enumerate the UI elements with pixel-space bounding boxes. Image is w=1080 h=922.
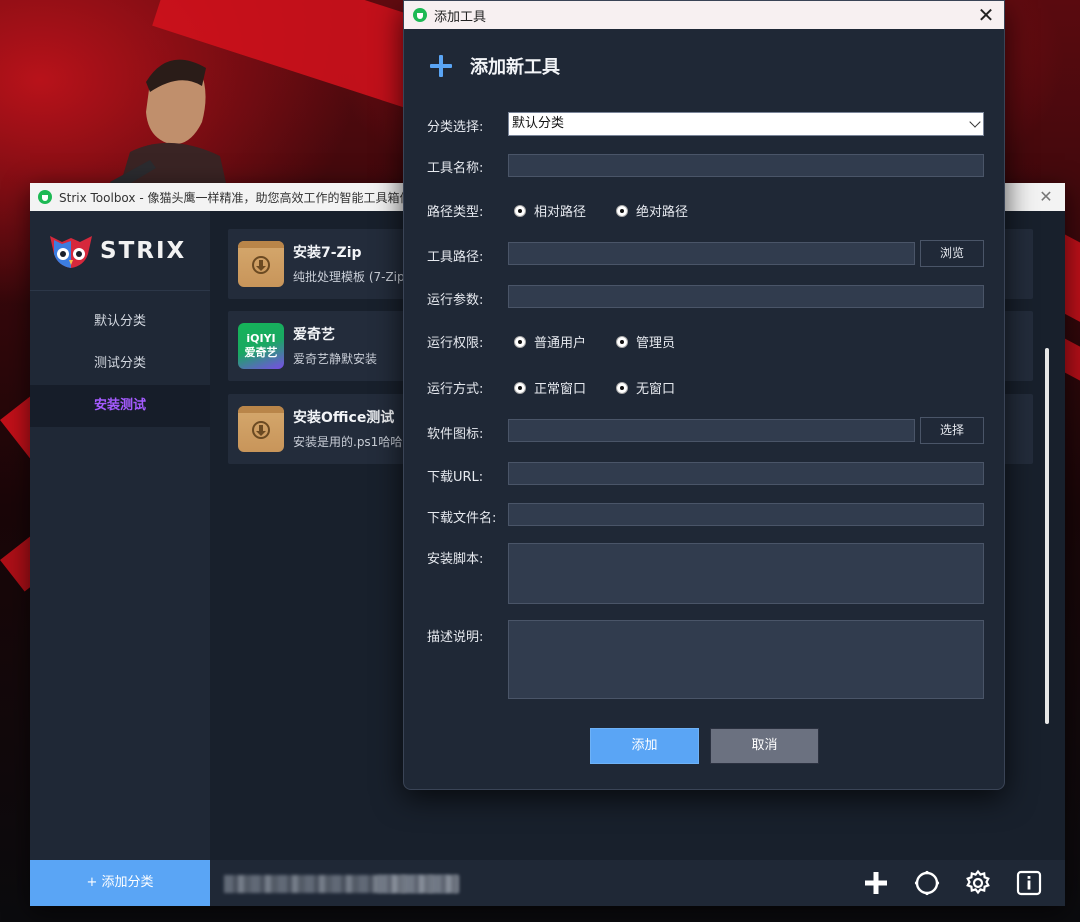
path-type-label: 路径类型: (427, 205, 484, 220)
main-close-icon[interactable]: ✕ (1037, 188, 1055, 206)
plus-icon (430, 55, 452, 77)
path-type-radio-group: 相对路径 绝对路径 (514, 201, 718, 220)
dialog-titlebar: 添加工具 (404, 1, 1004, 29)
icon-label: 软件图标: (427, 427, 484, 442)
app-icon (413, 8, 427, 22)
download-url-label: 下载URL: (427, 470, 484, 485)
category-list: 默认分类 测试分类 安装测试 (30, 301, 210, 427)
radio-icon (514, 381, 526, 394)
circle-icon[interactable] (913, 869, 941, 897)
owl-logo-icon (50, 235, 92, 268)
privilege-label: 运行权限: (427, 336, 484, 351)
radio-icon (514, 335, 526, 348)
download-filename-input[interactable] (508, 503, 984, 526)
package-icon (238, 406, 284, 452)
path-type-relative[interactable]: 相对路径 (514, 201, 586, 220)
plus-icon[interactable] (862, 869, 890, 897)
browse-button[interactable]: 浏览 (920, 240, 984, 267)
logo: STRIX (30, 211, 210, 291)
category-label: 分类选择: (427, 120, 484, 135)
chevron-down-icon (969, 116, 981, 128)
iqiyi-icon-text: iQIYI (246, 332, 276, 345)
dialog-close-icon[interactable]: ✕ (975, 4, 997, 26)
download-url-input[interactable] (508, 462, 984, 485)
description-textarea[interactable] (508, 620, 984, 699)
tool-name: 安装Office测试 (293, 410, 395, 426)
install-script-label: 安装脚本: (427, 552, 484, 567)
install-script-textarea[interactable] (508, 543, 984, 604)
dialog-title: 添加工具 (434, 9, 487, 25)
radio-icon (616, 204, 629, 217)
privilege-radio-group: 普通用户 管理员 (514, 332, 705, 351)
tool-name-input[interactable] (508, 154, 984, 177)
category-select[interactable]: 默认分类 (508, 112, 984, 136)
logo-text: STRIX (100, 237, 187, 264)
main-window-title: Strix Toolbox - 像猫头鹰一样精准，助您高效工作的智能工具箱件 (59, 190, 409, 205)
category-item[interactable]: 默认分类 (30, 301, 210, 343)
tool-name: 安装7-Zip (293, 245, 362, 261)
download-filename-label: 下载文件名: (427, 511, 497, 526)
choose-button[interactable]: 选择 (920, 417, 984, 444)
iqiyi-icon-text: 爱奇艺 (244, 346, 278, 359)
add-category-button[interactable]: + 添加分类 (30, 860, 210, 906)
add-button[interactable]: 添加 (590, 728, 699, 764)
tool-name: 爱奇艺 (293, 327, 335, 343)
args-input[interactable] (508, 285, 984, 308)
category-select-value: 默认分类 (512, 116, 565, 131)
tool-path-label: 工具路径: (427, 250, 484, 265)
args-label: 运行参数: (427, 293, 484, 308)
scrollbar[interactable] (1045, 348, 1049, 724)
run-mode-label: 运行方式: (427, 382, 484, 397)
app-icon (38, 190, 52, 204)
gear-icon[interactable] (964, 869, 992, 897)
cancel-button[interactable]: 取消 (710, 728, 819, 764)
tool-desc: 纯批处理模板 (7-Zip (293, 270, 403, 284)
path-type-absolute[interactable]: 绝对路径 (616, 201, 688, 220)
category-item[interactable]: 测试分类 (30, 343, 210, 385)
add-tool-dialog: 添加工具 ✕ 添加新工具 分类选择: 默认分类 工具名称: 路径类型: 相对路径… (403, 0, 1005, 790)
dialog-heading: 添加新工具 (430, 53, 560, 79)
privilege-admin[interactable]: 管理员 (616, 332, 675, 351)
dialog-heading-text: 添加新工具 (470, 57, 560, 78)
bottom-bar (210, 860, 1065, 906)
tool-path-input[interactable] (508, 242, 915, 265)
iqiyi-icon: iQIYI 爱奇艺 (238, 323, 284, 369)
radio-icon (616, 335, 629, 348)
run-mode-hidden[interactable]: 无窗口 (616, 378, 675, 397)
blurred-status-text (378, 875, 458, 893)
tool-name-label: 工具名称: (427, 161, 484, 176)
run-mode-radio-group: 正常窗口 无窗口 (514, 378, 705, 397)
category-item-active[interactable]: 安装测试 (30, 385, 210, 427)
radio-icon (616, 381, 629, 394)
info-icon[interactable] (1015, 869, 1043, 897)
run-mode-normal[interactable]: 正常窗口 (514, 378, 586, 397)
tool-desc: 安装是用的.ps1哈哈 (293, 435, 403, 449)
radio-icon (514, 204, 526, 217)
privilege-user[interactable]: 普通用户 (514, 332, 586, 351)
wallpaper-character (110, 59, 228, 192)
sidebar: STRIX 默认分类 测试分类 安装测试 + 添加分类 (30, 211, 210, 906)
icon-input[interactable] (508, 419, 915, 442)
package-icon (238, 241, 284, 287)
tool-desc: 爱奇艺静默安装 (293, 352, 378, 366)
description-label: 描述说明: (427, 630, 484, 645)
